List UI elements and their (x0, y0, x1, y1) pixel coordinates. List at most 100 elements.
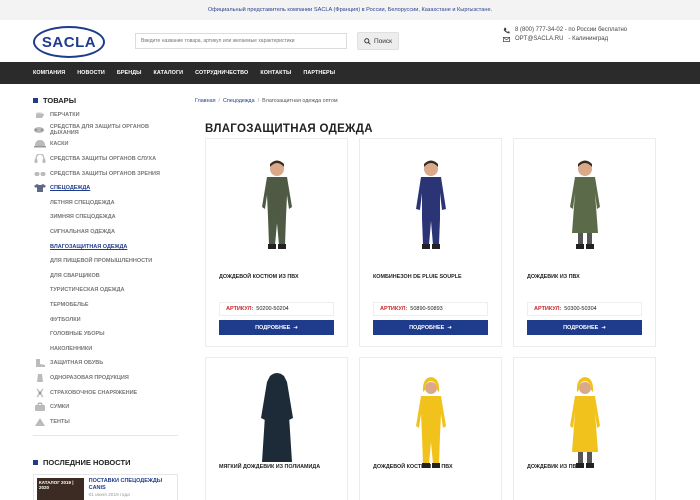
category-label: Термобелье (50, 302, 89, 309)
category-item-3[interactable]: Средства защиты органов слуха (33, 152, 178, 167)
sku-value: 50300-50304 (564, 306, 597, 312)
category-item-2[interactable]: Каски (33, 137, 178, 152)
subcategory-item-10[interactable]: Для пищевой промышленности (33, 254, 178, 269)
category-label: Футболки (50, 316, 81, 323)
earmuff-icon (33, 154, 46, 164)
subcategory-item-8[interactable]: Сигнальная одежда (33, 225, 178, 240)
product-card[interactable]: Мягкий дождевик из полиамида (205, 357, 348, 500)
category-label: Летняя спецодежда (50, 199, 115, 206)
page-title: Влагозащитная одежда (205, 123, 373, 135)
sku-label: Артикул: (534, 306, 562, 312)
product-card[interactable]: Дождевой костюм из ПВХ Артикул: 50200-50… (205, 138, 348, 347)
product-image-container[interactable] (206, 147, 347, 252)
products-heading-label: Товары (43, 95, 77, 105)
nav-item-5[interactable]: Контакты (260, 70, 291, 76)
email-link[interactable]: OPT@SACLA.RU (515, 35, 563, 44)
category-item-19[interactable]: Страховочное снаряжение (33, 385, 178, 400)
subcategory-item-11[interactable]: Для сварщиков (33, 269, 178, 284)
category-item-17[interactable]: Защитная обувь (33, 356, 178, 371)
nav-item-1[interactable]: Новости (77, 70, 105, 76)
product-image (569, 160, 600, 249)
city-label: - Калининград (568, 36, 609, 42)
email-icon (503, 36, 510, 43)
product-name[interactable]: Дождевой костюм из ПВХ (373, 464, 493, 470)
category-label: Средства для защиты органов дыхания (49, 123, 149, 136)
breadcrumb-section[interactable]: Спецодежда (223, 98, 255, 104)
square-bullet-icon (33, 97, 38, 103)
nav-item-0[interactable]: Компания (33, 70, 65, 76)
helmet-icon (33, 140, 46, 149)
sku-label: Артикул: (380, 306, 408, 312)
subcategory-item-15[interactable]: Головные уборы (33, 327, 178, 342)
category-item-5[interactable]: Спецодежда (33, 181, 178, 196)
nav-item-2[interactable]: Бренды (117, 70, 142, 76)
search-button[interactable]: Поиск (357, 32, 399, 50)
phone-number[interactable]: 8 (800) 777-34-02 - по России бесплатно (515, 26, 627, 35)
category-label: Влагозащитная одежда (50, 243, 128, 250)
category-label: Средства защиты органов слуха (50, 156, 157, 163)
category-label: Для пищевой промышленности (50, 258, 153, 265)
subcategory-item-9[interactable]: Влагозащитная одежда (33, 239, 178, 254)
category-label: Зимняя спецодежда (50, 214, 116, 221)
category-item-18[interactable]: Одноразовая продукция (33, 371, 178, 386)
contacts: 8 (800) 777-34-02 - по России бесплатно … (503, 26, 627, 44)
sidebar: Товары Перчатки Средства для защиты орган… (33, 94, 178, 500)
product-image (261, 160, 292, 249)
category-item-4[interactable]: Средства защиты органов зрения (33, 166, 178, 181)
product-sku: Артикул: 50200-50204 (219, 302, 334, 316)
product-name[interactable]: Мягкий дождевик из полиамида (219, 464, 339, 470)
category-item-20[interactable]: Сумки (33, 400, 178, 415)
product-image (569, 377, 600, 468)
product-image-container[interactable] (360, 366, 501, 471)
category-item-1[interactable]: Средства для защиты органов дыхания (33, 123, 178, 138)
arrow-right-icon: ➜ (447, 324, 452, 331)
category-item-21[interactable]: Тенты (33, 414, 178, 429)
details-button-label: Подробнее (563, 324, 599, 331)
nav-item-6[interactable]: Партнеры (303, 70, 335, 76)
product-name[interactable]: Дождевик из ПВХ (527, 464, 647, 470)
product-image-container[interactable] (206, 366, 347, 471)
category-label: Каски (50, 141, 69, 148)
product-card[interactable]: Дождевик из ПВХ Артикул: 50300-50304 Под… (513, 138, 656, 347)
category-item-0[interactable]: Перчатки (33, 108, 178, 123)
harness-icon (33, 388, 46, 397)
category-label: Спецодежда (50, 185, 91, 192)
product-image-container[interactable] (360, 147, 501, 252)
product-card[interactable]: Дождевой костюм из ПВХ (359, 357, 502, 500)
subcategory-item-6[interactable]: Летняя спецодежда (33, 196, 178, 211)
product-name[interactable]: Дождевик из ПВХ (527, 274, 647, 280)
category-label: Страховочное снаряжение (50, 389, 138, 396)
subcategory-item-13[interactable]: Термобелье (33, 298, 178, 313)
breadcrumb-home[interactable]: Главная (195, 98, 216, 104)
sacla-logo[interactable]: SACLA (33, 26, 105, 58)
nav-item-4[interactable]: Сотрудничество (195, 70, 248, 76)
subcategory-item-12[interactable]: Туристическая одежда (33, 283, 178, 298)
news-thumbnail[interactable]: КАТАЛОГ 2019 | 2020 (37, 478, 84, 500)
nav-item-3[interactable]: Каталоги (154, 70, 184, 76)
news-title-link[interactable]: Поставки спецодежды CANIS (89, 478, 174, 492)
bag-icon (33, 402, 46, 412)
category-label: Защитная обувь (50, 360, 104, 367)
product-name[interactable]: Комбинезон DE PLUIE SOUPLE (373, 274, 493, 280)
products-heading: Товары (33, 94, 178, 106)
breadcrumb-separator: / (218, 98, 221, 104)
product-image-container[interactable] (514, 366, 655, 471)
details-button[interactable]: Подробнее ➜ (219, 320, 334, 335)
search-input[interactable] (135, 33, 347, 49)
product-card[interactable]: Комбинезон DE PLUIE SOUPLE Артикул: 5089… (359, 138, 502, 347)
news-item[interactable]: КАТАЛОГ 2019 | 2020 Поставки спецодежды … (33, 474, 178, 500)
sku-value: 50200-50204 (256, 306, 289, 312)
breadcrumb: Главная / Спецодежда / Влагозащитная оде… (195, 94, 670, 108)
details-button[interactable]: Подробнее ➜ (527, 320, 642, 335)
details-button[interactable]: Подробнее ➜ (373, 320, 488, 335)
subcategory-item-14[interactable]: Футболки (33, 312, 178, 327)
product-image-container[interactable] (514, 147, 655, 252)
subcategory-item-16[interactable]: Наколенники (33, 342, 178, 357)
subcategory-item-7[interactable]: Зимняя спецодежда (33, 210, 178, 225)
product-card[interactable]: Дождевик из ПВХ (513, 357, 656, 500)
sku-label: Артикул: (226, 306, 254, 312)
main-content: Главная / Спецодежда / Влагозащитная оде… (195, 94, 670, 135)
news-heading-label: Последние новости (43, 457, 131, 467)
product-name[interactable]: Дождевой костюм из ПВХ (219, 274, 339, 280)
category-label: Наколенники (50, 345, 93, 352)
